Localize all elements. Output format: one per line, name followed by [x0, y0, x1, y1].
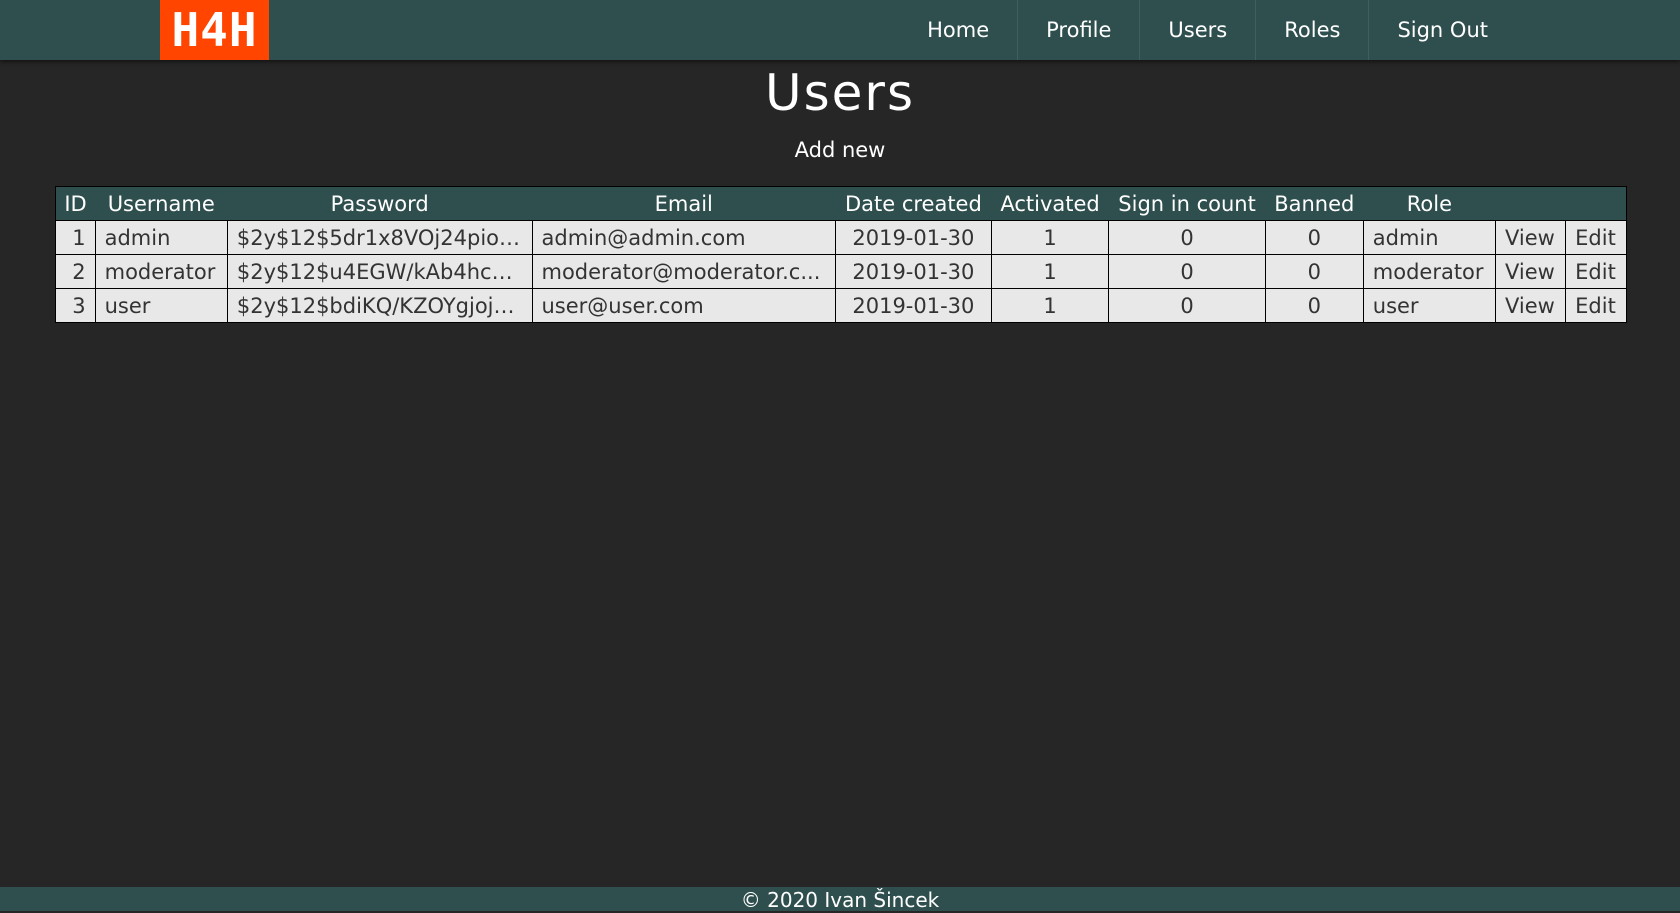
cell-id: 2 [55, 254, 96, 289]
cell-username: user [94, 288, 228, 323]
footer-copyright: © 2020 Ivan Šincek [740, 888, 940, 912]
cell-email: admin@admin.com [531, 220, 837, 255]
table-row: 3 user $2y$12$bdiKQ/KZOYgjoj7S... user@u… [55, 288, 1627, 323]
cell-role: admin [1362, 220, 1497, 255]
view-link[interactable]: View [1494, 220, 1567, 255]
header-email: Email [532, 186, 836, 221]
cell-activated: 1 [990, 220, 1110, 255]
cell-sign-in-count: 0 [1108, 288, 1266, 323]
cell-sign-in-count: 0 [1108, 254, 1266, 289]
header-view [1495, 186, 1566, 221]
cell-username: moderator [94, 254, 228, 289]
cell-email: moderator@moderator.c... [531, 254, 837, 289]
view-link[interactable]: View [1494, 288, 1567, 323]
table-header-row: ID Username Password Email Date created … [55, 186, 1627, 221]
cell-id: 1 [55, 220, 96, 255]
nav-item-home[interactable]: Home [899, 0, 1017, 60]
cell-activated: 1 [990, 288, 1110, 323]
cell-sign-in-count: 0 [1108, 220, 1266, 255]
cell-password: $2y$12$u4EGW/kAb4hc96... [226, 254, 533, 289]
footer: © 2020 Ivan Šincek [0, 887, 1680, 912]
header-sign-in-count: Sign in count [1108, 186, 1266, 221]
site-logo[interactable]: H4H [160, 0, 269, 60]
header-username: Username [95, 186, 228, 221]
add-new-link[interactable]: Add new [795, 138, 886, 162]
cell-banned: 0 [1264, 220, 1364, 255]
nav-item-sign-out[interactable]: Sign Out [1368, 0, 1516, 60]
cell-banned: 0 [1264, 254, 1364, 289]
top-navbar: H4H Home Profile Users Roles Sign Out [0, 0, 1680, 60]
cell-activated: 1 [990, 254, 1110, 289]
cell-banned: 0 [1264, 288, 1364, 323]
edit-link[interactable]: Edit [1565, 220, 1627, 255]
table-row: 2 moderator $2y$12$u4EGW/kAb4hc96... mod… [55, 254, 1627, 289]
view-link[interactable]: View [1494, 254, 1567, 289]
header-banned: Banned [1265, 186, 1364, 221]
cell-role: user [1362, 288, 1497, 323]
cell-date-created: 2019-01-30 [835, 288, 992, 323]
users-table: ID Username Password Email Date created … [55, 186, 1627, 323]
header-activated: Activated [991, 186, 1109, 221]
edit-link[interactable]: Edit [1565, 288, 1627, 323]
cell-id: 3 [55, 288, 96, 323]
cell-role: moderator [1362, 254, 1497, 289]
cell-date-created: 2019-01-30 [835, 220, 992, 255]
edit-link[interactable]: Edit [1565, 254, 1627, 289]
table-row: 1 admin $2y$12$5dr1x8VOj24pioNI... admin… [55, 220, 1627, 255]
page-title: Users [764, 64, 915, 122]
add-new-container: Add new [0, 138, 1680, 162]
nav-item-roles[interactable]: Roles [1255, 0, 1368, 60]
cell-date-created: 2019-01-30 [835, 254, 992, 289]
header-role: Role [1363, 186, 1496, 221]
nav-links: Home Profile Users Roles Sign Out [899, 0, 1516, 60]
header-date-created: Date created [835, 186, 992, 221]
header-id: ID [55, 186, 96, 221]
cell-email: user@user.com [531, 288, 837, 323]
cell-password: $2y$12$5dr1x8VOj24pioNI... [226, 220, 533, 255]
nav-item-users[interactable]: Users [1139, 0, 1255, 60]
header-password: Password [227, 186, 532, 221]
cell-username: admin [94, 220, 228, 255]
nav-item-profile[interactable]: Profile [1017, 0, 1139, 60]
cell-password: $2y$12$bdiKQ/KZOYgjoj7S... [226, 288, 533, 323]
header-edit [1565, 186, 1627, 221]
